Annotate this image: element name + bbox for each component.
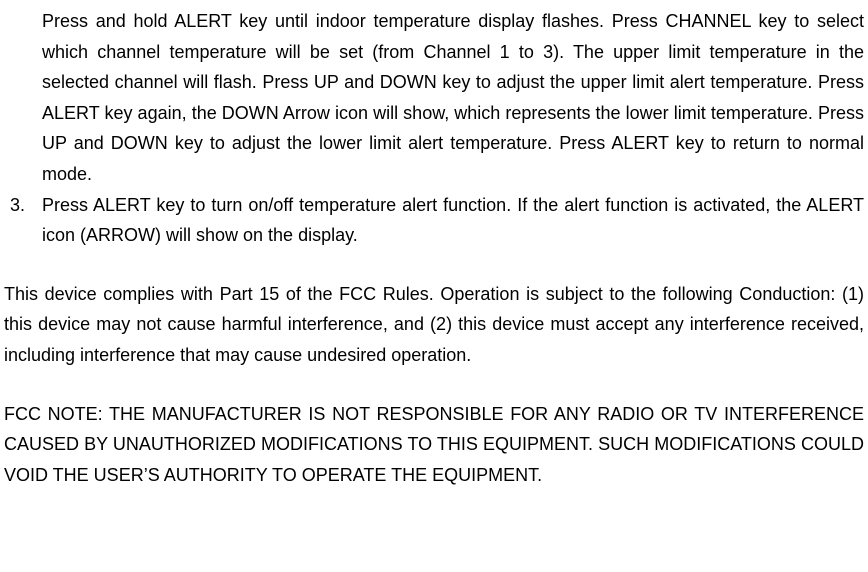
fcc-note-text: FCC NOTE: THE MANUFACTURER IS NOT RESPON…	[4, 404, 864, 485]
fcc-compliance-text: This device complies with Part 15 of the…	[4, 284, 864, 365]
fcc-note-statement: FCC NOTE: THE MANUFACTURER IS NOT RESPON…	[4, 399, 864, 491]
fcc-compliance-statement: This device complies with Part 15 of the…	[4, 279, 864, 371]
step3-marker: 3.	[10, 190, 42, 251]
instruction-step-3: 3. Press ALERT key to turn on/off temper…	[4, 190, 864, 251]
step2-text: Press and hold ALERT key until indoor te…	[42, 11, 864, 184]
instruction-step-continued: Press and hold ALERT key until indoor te…	[4, 6, 864, 190]
step3-text: Press ALERT key to turn on/off temperatu…	[42, 190, 864, 251]
